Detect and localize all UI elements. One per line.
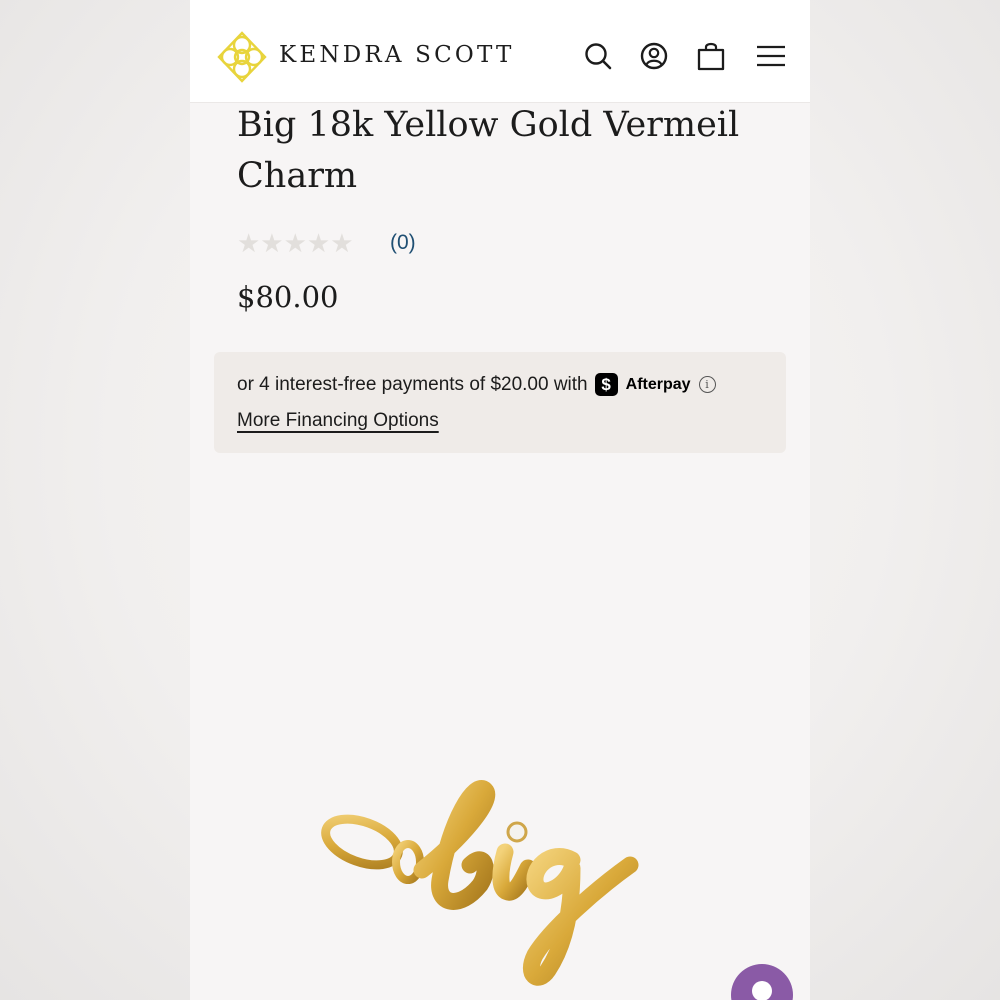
logo-mark-icon[interactable] [216, 31, 268, 83]
review-count-link[interactable]: (0) [390, 231, 416, 255]
bag-icon[interactable] [695, 40, 727, 72]
site-header: KENDRA SCOTT [190, 0, 810, 103]
brand-name[interactable]: KENDRA SCOTT [279, 42, 515, 68]
afterpay-logo-icon: $ [594, 373, 618, 396]
afterpay-line: or 4 interest-free payments of $20.00 wi… [237, 373, 716, 396]
search-icon[interactable] [582, 40, 614, 72]
product-price: $80.00 [237, 280, 339, 314]
menu-icon[interactable] [755, 40, 787, 72]
financing-box: or 4 interest-free payments of $20.00 wi… [214, 352, 786, 453]
product-page: KENDRA SCOTT Big 18k Yellow Gold Vermeil… [190, 0, 810, 1000]
rating-stars[interactable]: ★★★★★ [237, 228, 354, 259]
afterpay-name: Afterpay [625, 375, 691, 393]
chat-button[interactable] [731, 964, 793, 1000]
afterpay-text: or 4 interest-free payments of $20.00 wi… [237, 373, 588, 395]
account-icon[interactable] [638, 40, 670, 72]
more-financing-link[interactable]: More Financing Options [237, 410, 439, 432]
product-title: Big 18k Yellow Gold Vermeil Charm [237, 105, 740, 196]
info-icon[interactable]: i [698, 376, 716, 393]
product-image[interactable] [310, 770, 660, 1000]
